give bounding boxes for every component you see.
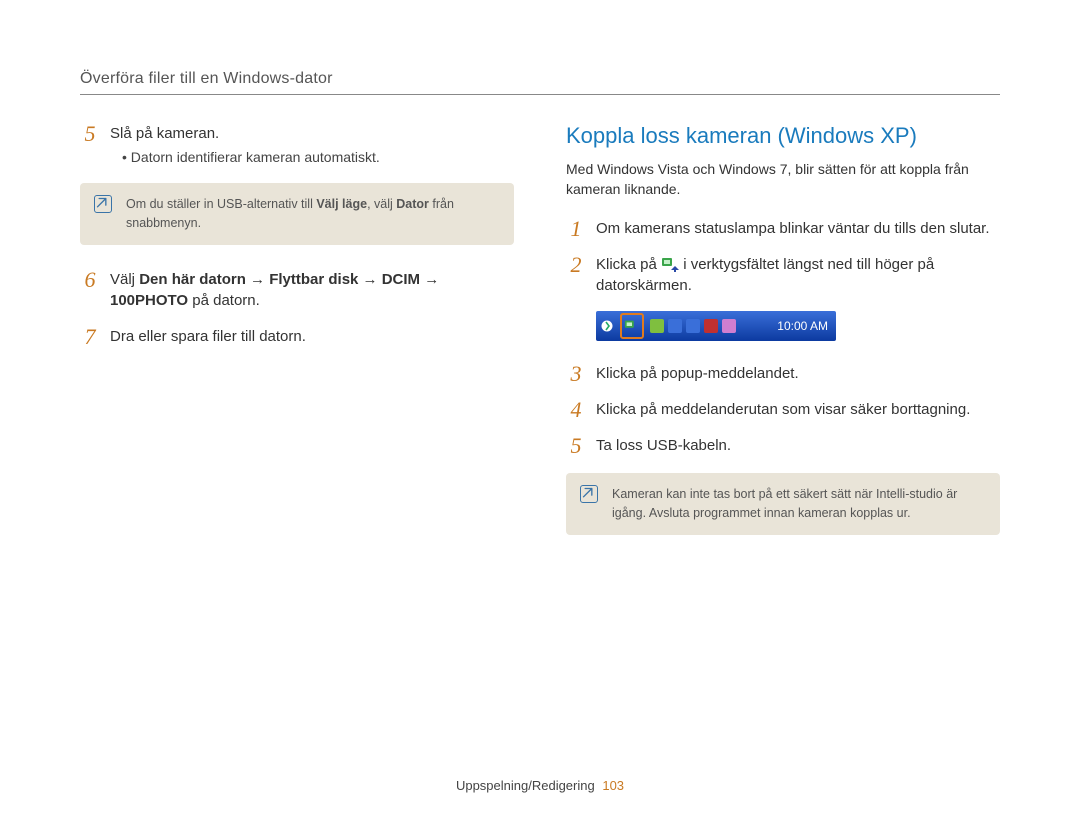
- step-body: Om kamerans statuslampa blinkar väntar d…: [596, 218, 1000, 240]
- tray-icon: [686, 319, 700, 333]
- step-number: 5: [80, 123, 100, 167]
- step-number: 7: [80, 326, 100, 348]
- taskbar-clock: 10:00 AM: [777, 319, 836, 333]
- step-number: 6: [80, 269, 100, 313]
- step-number: 3: [566, 363, 586, 385]
- content-columns: 5 Slå på kameran. Datorn identifierar ka…: [80, 123, 1000, 559]
- note-icon: [580, 485, 598, 503]
- section-intro: Med Windows Vista och Windows 7, blir sä…: [566, 159, 1000, 200]
- step-number: 4: [566, 399, 586, 421]
- page-footer: Uppspelning/Redigering 103: [0, 778, 1080, 793]
- step-bullet: Datorn identifierar kameran automatiskt.: [122, 147, 514, 167]
- step-1: 1 Om kamerans statuslampa blinkar väntar…: [566, 218, 1000, 240]
- step-5-right: 5 Ta loss USB-kabeln.: [566, 435, 1000, 457]
- section-heading: Koppla loss kameran (Windows XP): [566, 123, 1000, 149]
- footer-section: Uppspelning/Redigering: [456, 778, 595, 793]
- note-box: Kameran kan inte tas bort på ett säkert …: [566, 473, 1000, 535]
- step-body: Klicka på popup-meddelandet.: [596, 363, 1000, 385]
- safely-remove-icon: [661, 255, 679, 273]
- page-number: 103: [602, 778, 624, 793]
- left-column: 5 Slå på kameran. Datorn identifierar ka…: [80, 123, 514, 559]
- step-number: 5: [566, 435, 586, 457]
- tray-icon: [722, 319, 736, 333]
- step-body: Slå på kameran. Datorn identifierar kame…: [110, 123, 514, 167]
- safely-remove-highlight: [620, 313, 644, 339]
- step-6: 6 Välj Den här datorn → Flyttbar disk → …: [80, 269, 514, 313]
- page-title: Överföra filer till en Windows-dator: [80, 70, 1000, 95]
- step-3: 3 Klicka på popup-meddelandet.: [566, 363, 1000, 385]
- step-number: 1: [566, 218, 586, 240]
- taskbar-tray: [618, 313, 736, 339]
- step-4: 4 Klicka på meddelanderutan som visar sä…: [566, 399, 1000, 421]
- step-body: Klicka på i verktygsfältet längst ned ti…: [596, 254, 1000, 298]
- tray-icon: [650, 319, 664, 333]
- step-body: Välj Den här datorn → Flyttbar disk → DC…: [110, 269, 514, 313]
- step-title: Slå på kameran.: [110, 125, 219, 142]
- step-body: Dra eller spara filer till datorn.: [110, 326, 514, 348]
- taskbar-image: 10:00 AM: [596, 311, 836, 341]
- note-box: Om du ställer in USB-alternativ till Väl…: [80, 183, 514, 245]
- step-7: 7 Dra eller spara filer till datorn.: [80, 326, 514, 348]
- tray-icon: [668, 319, 682, 333]
- tray-icon: [704, 319, 718, 333]
- note-text: Om du ställer in USB-alternativ till Väl…: [126, 197, 454, 230]
- step-2: 2 Klicka på i verktygsfältet längst ned …: [566, 254, 1000, 298]
- note-icon: [94, 195, 112, 213]
- taskbar-expand-icon: [596, 311, 618, 341]
- right-column: Koppla loss kameran (Windows XP) Med Win…: [566, 123, 1000, 559]
- step-body: Ta loss USB-kabeln.: [596, 435, 1000, 457]
- step-body: Klicka på meddelanderutan som visar säke…: [596, 399, 1000, 421]
- step-number: 2: [566, 254, 586, 298]
- step-5: 5 Slå på kameran. Datorn identifierar ka…: [80, 123, 514, 167]
- note-text: Kameran kan inte tas bort på ett säkert …: [612, 487, 957, 520]
- manual-page: Överföra filer till en Windows-dator 5 S…: [0, 0, 1080, 815]
